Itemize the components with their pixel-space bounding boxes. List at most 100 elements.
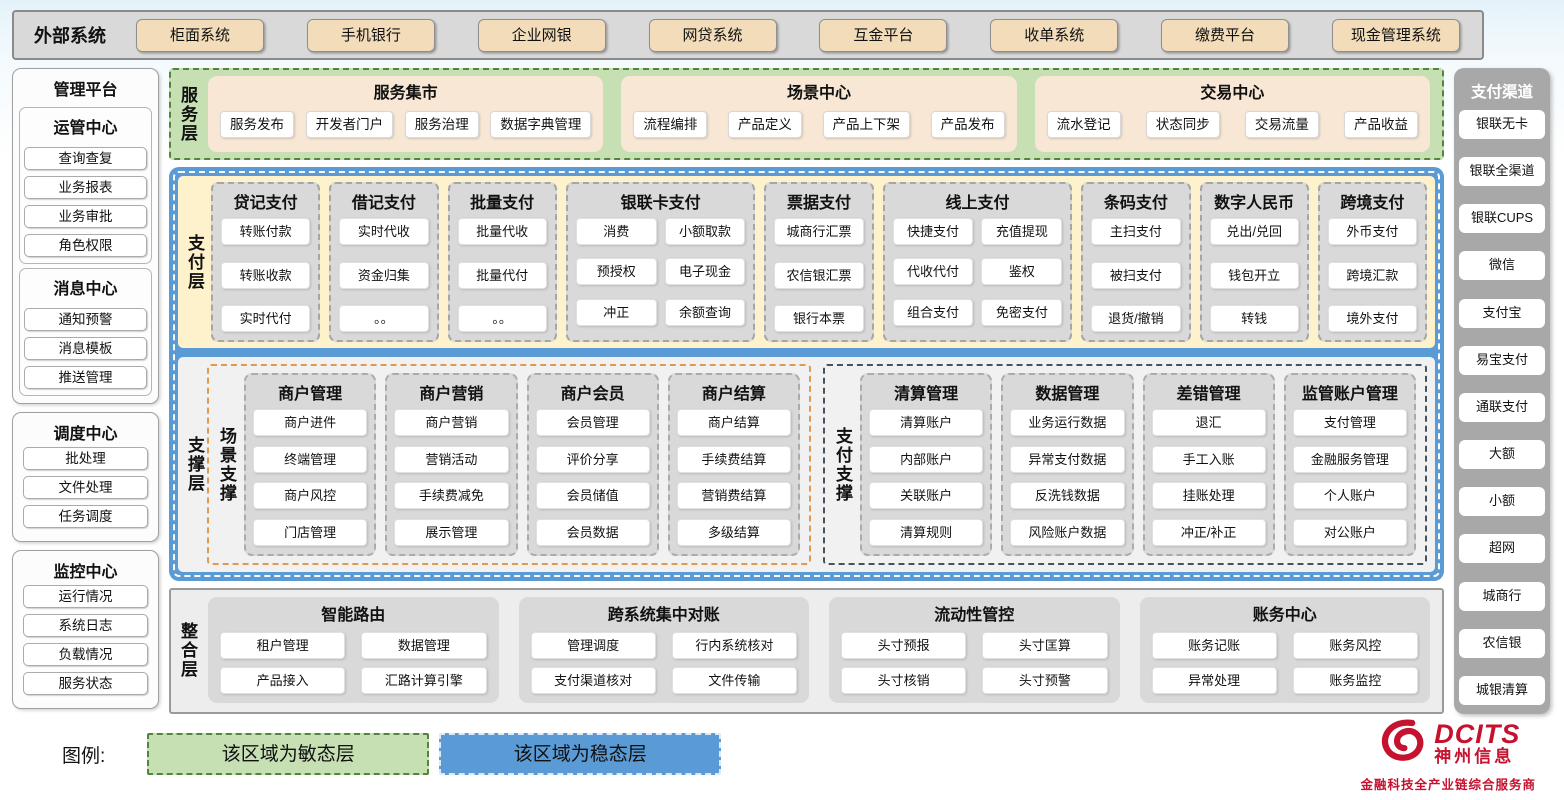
mgmt-node: 文件处理 xyxy=(23,476,148,499)
dcits-logo: DCITS 神州信息 金融科技全产业链综合服务商 xyxy=(1360,716,1536,793)
channel-node: 银联无卡 xyxy=(1459,110,1545,139)
integration-groups: 智能路由 租户管理 数据管理 产品接入 汇路计算引擎 跨系统集中对账 管理调度 … xyxy=(208,597,1430,703)
cross-system-recon-group: 跨系统集中对账 管理调度 行内系统核对 支付渠道核对 文件传输 xyxy=(519,597,810,703)
service-node: 流水登记 xyxy=(1047,111,1121,138)
integration-node: 数据管理 xyxy=(361,632,486,659)
support-node: 异常支付数据 xyxy=(1010,446,1124,473)
integration-node: 文件传输 xyxy=(672,667,797,694)
service-market-group: 服务集市 服务发布 开发者门户 服务治理 数据字典管理 xyxy=(208,76,603,152)
support-node: 评价分享 xyxy=(536,446,650,473)
scene-support-section: 场景支撑 商户管理 商户进件 终端管理 商户风控 门店管理 xyxy=(207,364,811,565)
support-layer-label: 支撑层 xyxy=(186,364,203,565)
online-payment-column: 线上支付 快捷支付 充值提现 代收代付 鉴权 组合支付 免密支付 xyxy=(883,182,1073,342)
trade-center-items: 流水登记 状态同步 交易流量 产品收益 xyxy=(1047,105,1418,144)
support-node: 展示管理 xyxy=(394,519,508,546)
channel-node: 城商行 xyxy=(1459,582,1545,611)
external-system-node: 柜面系统 xyxy=(136,19,264,52)
mgmt-node: 负载情况 xyxy=(23,643,148,666)
regulatory-account-title: 监管账户管理 xyxy=(1293,377,1407,409)
channel-node: 通联支付 xyxy=(1459,393,1545,422)
data-mgmt-title: 数据管理 xyxy=(1010,377,1124,409)
accounting-center-title: 账务中心 xyxy=(1152,598,1419,630)
external-system-node: 互金平台 xyxy=(819,19,947,52)
ops-center-title: 运管中心 xyxy=(24,112,147,141)
payment-node: 快捷支付 xyxy=(893,218,974,245)
payment-node: 转账付款 xyxy=(221,218,310,245)
integration-node: 产品接入 xyxy=(220,667,345,694)
merchant-member-title: 商户会员 xyxy=(536,377,650,409)
main-area: 管理平台 运管中心 查询查复 业务报表 业务审批 角色权限 消息中心 通知预警 … xyxy=(12,68,1550,714)
payment-node: 境外支付 xyxy=(1328,305,1417,332)
payment-node: 小额取款 xyxy=(665,218,746,245)
external-system-node: 缴费平台 xyxy=(1161,19,1289,52)
layers-column: 服务层 服务集市 服务发布 开发者门户 服务治理 数据字典管理 场景中心 xyxy=(169,68,1444,714)
payment-node: 实时代付 xyxy=(221,305,310,332)
payment-node: 余额查询 xyxy=(665,299,746,326)
mgmt-node: 服务状态 xyxy=(23,672,148,695)
scene-center-title: 场景中心 xyxy=(633,79,1004,103)
payment-node: 组合支付 xyxy=(893,299,974,326)
support-node: 营销活动 xyxy=(394,446,508,473)
service-layer: 服务层 服务集市 服务发布 开发者门户 服务治理 数据字典管理 场景中心 xyxy=(169,68,1444,160)
service-node: 开发者门户 xyxy=(306,111,394,138)
support-node: 会员储值 xyxy=(536,482,650,509)
monitoring-center-group: 运行情况 系统日志 负载情况 服务状态 xyxy=(19,585,152,701)
mgmt-node: 系统日志 xyxy=(23,614,148,637)
payment-node: 转钱 xyxy=(1210,305,1299,332)
liquidity-control-title: 流动性管控 xyxy=(841,598,1108,630)
channel-node: 易宝支付 xyxy=(1459,346,1545,375)
mgmt-node: 角色权限 xyxy=(24,234,147,257)
service-layer-label: 服务层 xyxy=(179,76,196,152)
payment-node: 资金归集 xyxy=(339,262,428,289)
management-platform-column: 管理平台 运管中心 查询查复 业务报表 业务审批 角色权限 消息中心 通知预警 … xyxy=(12,68,159,714)
scene-center-group: 场景中心 流程编排 产品定义 产品上下架 产品发布 xyxy=(621,76,1016,152)
service-node: 交易流量 xyxy=(1245,111,1319,138)
cross-border-column: 跨境支付 外币支付 跨境汇款 境外支付 xyxy=(1318,182,1427,342)
payment-node: 主扫支付 xyxy=(1091,218,1180,245)
integration-node: 头寸核销 xyxy=(841,667,966,694)
payment-channels-column: 支付渠道 银联无卡 银联全渠道 银联CUPS 微信 支付宝 易宝支付 通联支付 … xyxy=(1454,68,1550,714)
bill-payment-title: 票据支付 xyxy=(774,186,863,218)
monitoring-center-panel: 监控中心 运行情况 系统日志 负载情况 服务状态 xyxy=(12,550,159,709)
support-node: 风险账户数据 xyxy=(1010,519,1124,546)
support-node: 商户营销 xyxy=(394,409,508,436)
payment-node: 消费 xyxy=(576,218,657,245)
support-node: 门店管理 xyxy=(253,519,367,546)
service-layer-groups: 服务集市 服务发布 开发者门户 服务治理 数据字典管理 场景中心 流程编排 产品… xyxy=(208,76,1430,152)
payment-node: 免密支付 xyxy=(981,299,1062,326)
service-market-title: 服务集市 xyxy=(220,79,591,103)
payment-node: 跨境汇款 xyxy=(1328,262,1417,289)
support-node: 商户风控 xyxy=(253,482,367,509)
smart-routing-group: 智能路由 租户管理 数据管理 产品接入 汇路计算引擎 xyxy=(208,597,499,703)
support-node: 终端管理 xyxy=(253,446,367,473)
payment-node: 农信银汇票 xyxy=(774,262,863,289)
external-systems-bar: 外部系统 柜面系统 手机银行 企业网银 网贷系统 互金平台 收单系统 缴费平台 … xyxy=(12,10,1484,60)
credit-payment-title: 贷记支付 xyxy=(221,186,310,218)
error-mgmt-column: 差错管理 退汇 手工入账 挂账处理 冲正/补正 xyxy=(1143,373,1275,556)
payment-layer-label: 支付层 xyxy=(186,182,203,342)
support-node: 个人账户 xyxy=(1293,482,1407,509)
trade-center-title: 交易中心 xyxy=(1047,79,1418,103)
integration-node: 账务记账 xyxy=(1152,632,1277,659)
management-platform-title: 管理平台 xyxy=(19,74,152,103)
logo-tagline: 金融科技全产业链综合服务商 xyxy=(1360,774,1536,793)
integration-node: 行内系统核对 xyxy=(672,632,797,659)
payment-columns: 贷记支付 转账付款 转账收款 实时代付 借记支付 实时代收 资金归集 xyxy=(211,182,1427,342)
digital-rmb-title: 数字人民币 xyxy=(1210,186,1299,218)
payment-node: 批量代付 xyxy=(458,262,547,289)
payment-node: 钱包开立 xyxy=(1210,262,1299,289)
support-node: 商户结算 xyxy=(677,409,791,436)
service-node: 服务发布 xyxy=(220,111,294,138)
payment-node: 代收代付 xyxy=(893,258,974,285)
channel-node: 超网 xyxy=(1459,534,1545,563)
integration-node: 汇路计算引擎 xyxy=(361,667,486,694)
support-node: 手工入账 xyxy=(1152,446,1266,473)
merchant-mgmt-column: 商户管理 商户进件 终端管理 商户风控 门店管理 xyxy=(244,373,376,556)
service-node: 产品收益 xyxy=(1344,111,1418,138)
channel-node: 银联全渠道 xyxy=(1459,157,1545,186)
cross-system-recon-title: 跨系统集中对账 xyxy=(531,598,798,630)
channel-node: 支付宝 xyxy=(1459,299,1545,328)
message-center-group: 消息中心 通知预警 消息模板 推送管理 xyxy=(19,268,152,396)
support-node: 会员数据 xyxy=(536,519,650,546)
mgmt-node: 通知预警 xyxy=(24,308,147,331)
